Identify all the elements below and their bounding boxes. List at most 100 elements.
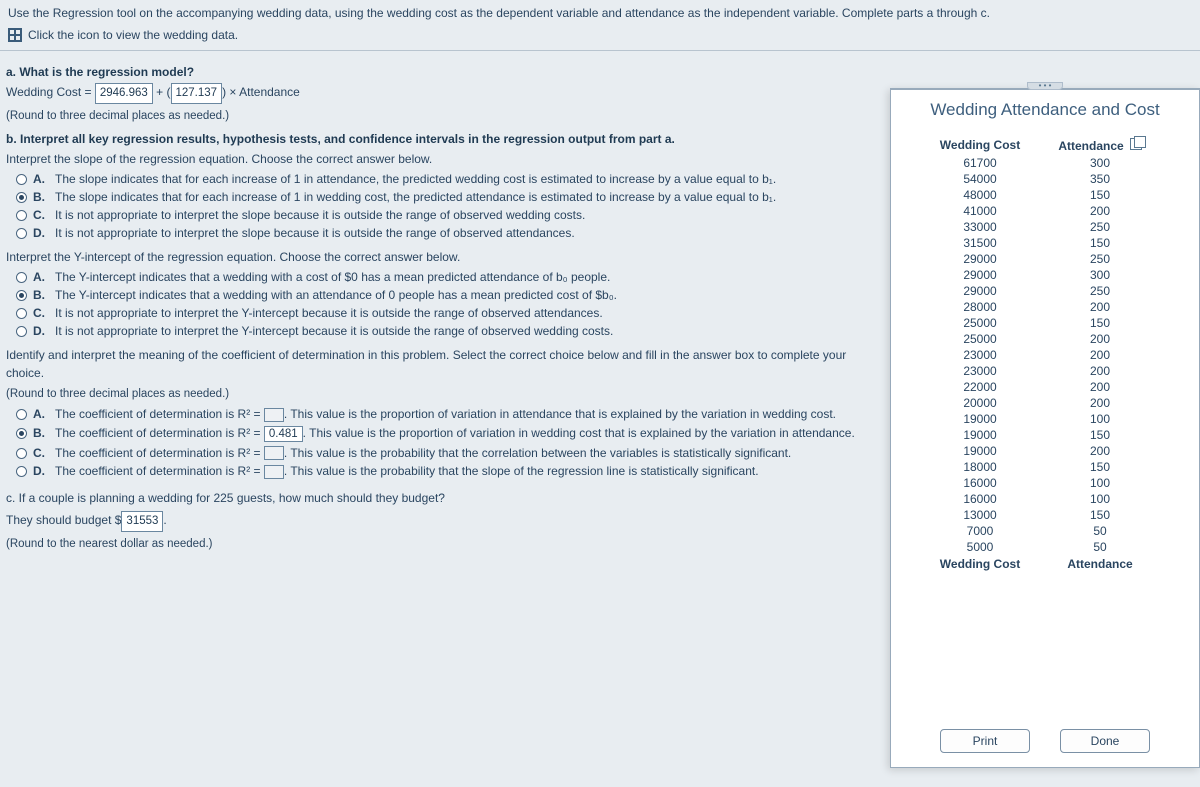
cell-attendance: 200	[1045, 348, 1155, 362]
opt-label-c2: C.	[33, 306, 49, 320]
cell-cost: 19000	[915, 428, 1045, 442]
yint-opt-b: The Y-intercept indicates that a wedding…	[55, 288, 617, 302]
slope-radio-a[interactable]	[16, 174, 27, 185]
coef-c-post: . This value is the probability that the…	[284, 446, 791, 460]
coef-radio-d[interactable]	[16, 466, 27, 477]
budget-input[interactable]: 31553	[121, 511, 163, 532]
yint-question: Interpret the Y-intercept of the regress…	[6, 248, 870, 266]
table-row: 54000350	[915, 171, 1175, 187]
cell-attendance: 100	[1045, 476, 1155, 490]
opt-label-d3: D.	[33, 464, 49, 478]
cell-cost: 54000	[915, 172, 1045, 186]
coef-a-input[interactable]	[264, 408, 284, 422]
coef-b-post: . This value is the proportion of variat…	[303, 426, 855, 440]
table-row: 29000250	[915, 283, 1175, 299]
yint-opt-c: It is not appropriate to interpret the Y…	[55, 306, 603, 320]
click-icon-text[interactable]: Click the icon to view the wedding data.	[28, 28, 238, 42]
cell-attendance: 200	[1045, 380, 1155, 394]
slope-radio-d[interactable]	[16, 228, 27, 239]
table-row: 61700300	[915, 155, 1175, 171]
times-attendance: × Attendance	[229, 85, 299, 99]
table-row: 23000200	[915, 347, 1175, 363]
table-row: 19000200	[915, 443, 1175, 459]
budget-pre: They should budget $	[6, 513, 121, 527]
slope-radio-b[interactable]	[16, 192, 27, 203]
cell-cost: 29000	[915, 252, 1045, 266]
wedding-data-table: Wedding Cost Attendance 6170030054000350…	[915, 136, 1175, 573]
table-row: 13000150	[915, 507, 1175, 523]
cell-attendance: 250	[1045, 284, 1155, 298]
cell-cost: 13000	[915, 508, 1045, 522]
round-note-a: (Round to three decimal places as needed…	[6, 108, 870, 125]
cell-cost: 31500	[915, 236, 1045, 250]
copy-icon[interactable]	[1130, 138, 1142, 150]
table-row: 700050	[915, 523, 1175, 539]
col-header-cost: Wedding Cost	[915, 138, 1045, 153]
table-icon[interactable]	[8, 28, 22, 42]
modal-title: Wedding Attendance and Cost	[891, 90, 1199, 128]
cell-cost: 41000	[915, 204, 1045, 218]
modal-drag-handle[interactable]: • • •	[1027, 82, 1063, 90]
coef-radio-c[interactable]	[16, 448, 27, 459]
done-button[interactable]: Done	[1060, 729, 1150, 753]
cell-cost: 18000	[915, 460, 1045, 474]
slope-opt-a: The slope indicates that for each increa…	[55, 172, 776, 186]
slope-question: Interpret the slope of the regression eq…	[6, 150, 870, 168]
cell-attendance: 250	[1045, 252, 1155, 266]
coef-radio-b[interactable]	[16, 428, 27, 439]
table-row: 23000200	[915, 363, 1175, 379]
b0-input[interactable]: 2946.963	[95, 83, 153, 104]
coef-a-pre: The coefficient of determination is R² =	[55, 407, 264, 421]
cell-cost: 19000	[915, 444, 1045, 458]
slope-radio-c[interactable]	[16, 210, 27, 221]
slope-opt-c: It is not appropriate to interpret the s…	[55, 208, 585, 222]
print-button[interactable]: Print	[940, 729, 1030, 753]
yint-radio-a[interactable]	[16, 272, 27, 283]
cell-cost: 7000	[915, 524, 1045, 538]
cell-attendance: 150	[1045, 236, 1155, 250]
coef-d-input[interactable]	[264, 465, 284, 479]
col-header-attendance: Attendance	[1045, 138, 1155, 153]
coef-round-note: (Round to three decimal places as needed…	[6, 386, 870, 403]
cell-attendance: 200	[1045, 396, 1155, 410]
b1-input[interactable]: 127.137	[171, 83, 223, 104]
cell-attendance: 150	[1045, 428, 1155, 442]
cell-attendance: 100	[1045, 412, 1155, 426]
cell-attendance: 200	[1045, 204, 1155, 218]
cell-attendance: 100	[1045, 492, 1155, 506]
cell-cost: 19000	[915, 412, 1045, 426]
yint-radio-c[interactable]	[16, 308, 27, 319]
table-row: 16000100	[915, 475, 1175, 491]
part-a-title: a. What is the regression model?	[6, 65, 870, 79]
coef-radio-a[interactable]	[16, 409, 27, 420]
opt-label-b: B.	[33, 190, 49, 204]
yint-radio-b[interactable]	[16, 290, 27, 301]
table-row: 19000100	[915, 411, 1175, 427]
opt-label-c: C.	[33, 208, 49, 222]
table-row: 500050	[915, 539, 1175, 555]
cell-attendance: 150	[1045, 316, 1155, 330]
cell-cost: 20000	[915, 396, 1045, 410]
opt-label-c3: C.	[33, 446, 49, 460]
table-row: 29000250	[915, 251, 1175, 267]
cell-cost: 28000	[915, 300, 1045, 314]
table-row: 20000200	[915, 395, 1175, 411]
coef-c-input[interactable]	[264, 446, 284, 460]
opt-label-a: A.	[33, 172, 49, 186]
coef-b-input[interactable]: 0.481	[264, 426, 303, 442]
coef-d-post: . This value is the probability that the…	[284, 464, 759, 478]
opt-label-b3: B.	[33, 426, 49, 440]
problem-instruction: Use the Regression tool on the accompany…	[0, 0, 1200, 24]
equation-lhs: Wedding Cost =	[6, 85, 92, 99]
cell-cost: 16000	[915, 476, 1045, 490]
table-row: 25000150	[915, 315, 1175, 331]
part-b-intro: b. Interpret all key regression results,…	[6, 132, 870, 146]
cell-attendance: 200	[1045, 444, 1155, 458]
cell-cost: 23000	[915, 364, 1045, 378]
round-note-c: (Round to the nearest dollar as needed.)	[6, 536, 870, 553]
yint-radio-d[interactable]	[16, 326, 27, 337]
table-row: 18000150	[915, 459, 1175, 475]
cell-cost: 61700	[915, 156, 1045, 170]
coef-d-pre: The coefficient of determination is R² =	[55, 464, 264, 478]
opt-label-a2: A.	[33, 270, 49, 284]
